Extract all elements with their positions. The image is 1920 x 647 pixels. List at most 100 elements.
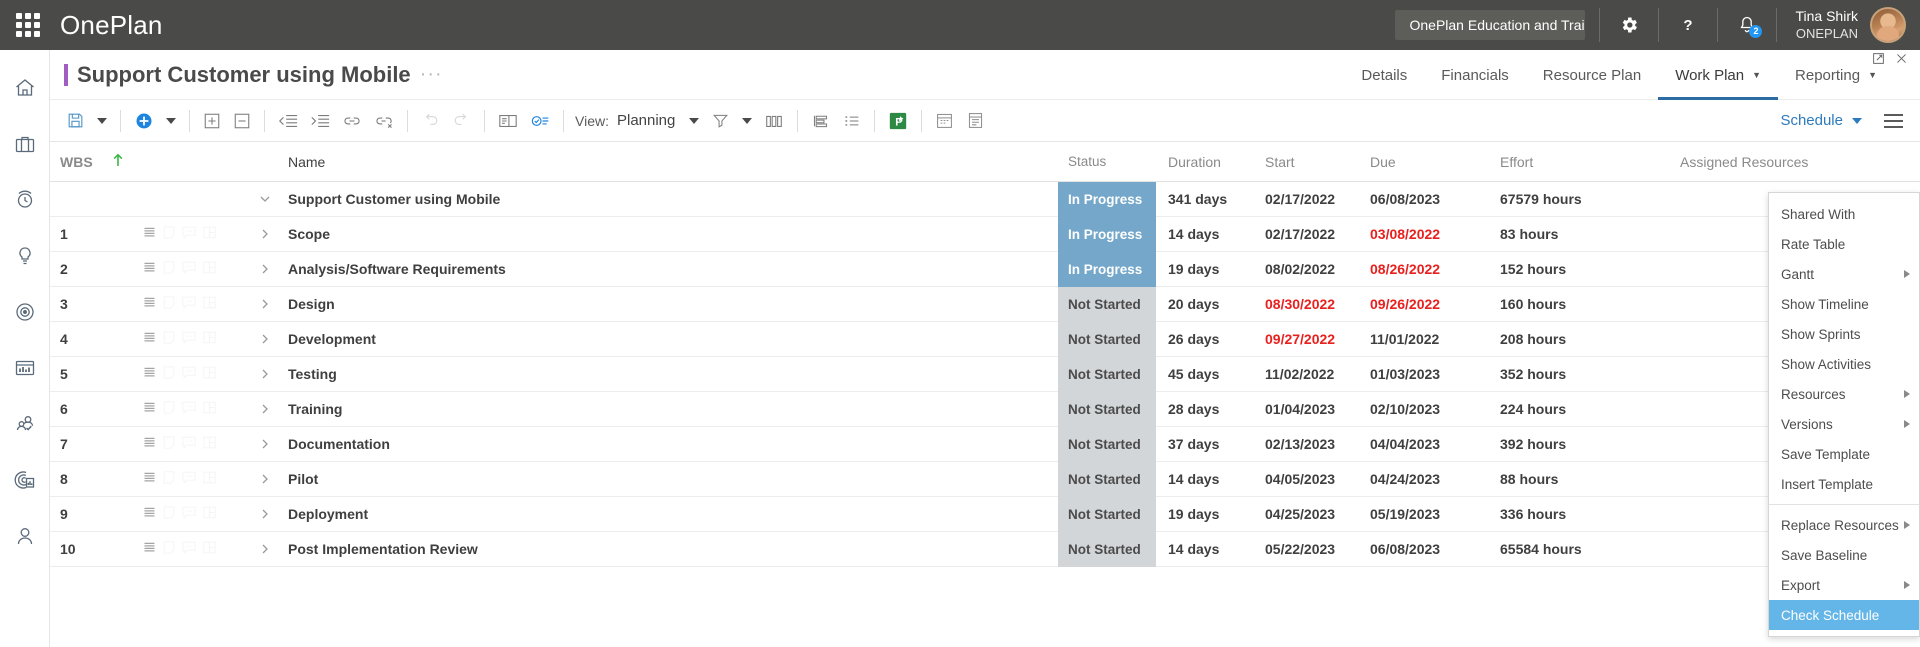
column-header-duration[interactable]: Duration <box>1156 154 1261 170</box>
cell-effort[interactable]: 83 hours <box>1496 226 1676 242</box>
comment-icon[interactable] <box>181 540 197 558</box>
cell-start[interactable]: 08/02/2022 <box>1261 261 1366 277</box>
expand-plus-icon[interactable] <box>197 104 227 138</box>
cell-name[interactable]: Support Customer using Mobile <box>288 191 1058 207</box>
cell-start[interactable]: 02/17/2022 <box>1261 191 1366 207</box>
filter-icon[interactable] <box>705 104 736 138</box>
cell-duration[interactable]: 19 days <box>1156 261 1261 277</box>
comment-icon[interactable] <box>181 505 197 523</box>
notes-icon[interactable] <box>142 225 157 243</box>
gear-icon[interactable] <box>1600 0 1658 50</box>
board-icon[interactable] <box>202 330 217 348</box>
cell-due[interactable]: 09/26/2022 <box>1366 296 1496 312</box>
menu-item-resources[interactable]: Resources <box>1769 379 1919 409</box>
menu-item-gantt[interactable]: Gantt <box>1769 259 1919 289</box>
ms-project-icon[interactable]: P <box>882 104 914 138</box>
menu-item-show-sprints[interactable]: Show Sprints <box>1769 319 1919 349</box>
cell-start[interactable]: 04/05/2023 <box>1261 471 1366 487</box>
cell-effort[interactable]: 352 hours <box>1496 366 1676 382</box>
cell-duration[interactable]: 20 days <box>1156 296 1261 312</box>
table-row[interactable]: 8 Pilot Not Started 14 days 04/05/2023 04/24/… <box>50 461 1920 497</box>
outline-icon[interactable] <box>836 104 867 138</box>
table-row[interactable]: 10 Post Implementation Review Not Started 1… <box>50 531 1920 567</box>
menu-item-shared-with[interactable]: Shared With <box>1769 199 1919 229</box>
cell-due[interactable]: 02/10/2023 <box>1366 401 1496 417</box>
cell-name[interactable]: Post Implementation Review <box>288 541 1058 557</box>
cell-start[interactable]: 04/25/2023 <box>1261 506 1366 522</box>
cell-due[interactable]: 06/08/2023 <box>1366 541 1496 557</box>
cell-duration[interactable]: 14 days <box>1156 226 1261 242</box>
notes-icon[interactable] <box>142 540 157 558</box>
outdent-icon[interactable] <box>272 104 304 138</box>
menu-item-show-activities[interactable]: Show Activities <box>1769 349 1919 379</box>
notes-icon[interactable] <box>142 435 157 453</box>
menu-item-save-baseline[interactable]: Save Baseline <box>1769 540 1919 570</box>
cell-due[interactable]: 04/24/2023 <box>1366 471 1496 487</box>
clock-icon[interactable] <box>0 172 50 228</box>
menu-item-insert-template[interactable]: Insert Template <box>1769 469 1919 499</box>
chart-icon[interactable] <box>0 340 50 396</box>
insights-icon[interactable] <box>0 452 50 508</box>
menu-item-show-timeline[interactable]: Show Timeline <box>1769 289 1919 319</box>
board-icon[interactable] <box>202 295 217 313</box>
cell-due[interactable]: 08/26/2022 <box>1366 261 1496 277</box>
attachment-icon[interactable] <box>162 540 176 558</box>
table-row[interactable]: 6 Training Not Started 28 days 01/04/2023 02/… <box>50 391 1920 427</box>
column-header-name[interactable]: Name <box>288 154 1058 170</box>
cell-effort[interactable]: 67579 hours <box>1496 191 1676 207</box>
tab-details[interactable]: Details <box>1344 54 1424 100</box>
board-icon[interactable] <box>202 225 217 243</box>
cell-name[interactable]: Pilot <box>288 471 1058 487</box>
comment-icon[interactable] <box>181 470 197 488</box>
board-icon[interactable] <box>202 505 217 523</box>
comment-icon[interactable] <box>181 435 197 453</box>
cell-effort[interactable]: 336 hours <box>1496 506 1676 522</box>
chevron-right-icon[interactable] <box>242 507 288 521</box>
cell-effort[interactable]: 88 hours <box>1496 471 1676 487</box>
attachment-icon[interactable] <box>162 260 176 278</box>
add-options-dropdown[interactable] <box>160 117 182 124</box>
attachment-icon[interactable] <box>162 470 176 488</box>
board-icon[interactable] <box>202 365 217 383</box>
user-menu[interactable]: Tina Shirk ONEPLAN <box>1777 0 1920 50</box>
table-row[interactable]: 7 Documentation Not Started 37 days 02/13/20… <box>50 426 1920 462</box>
chevron-right-icon[interactable] <box>242 542 288 556</box>
board-icon[interactable] <box>202 470 217 488</box>
notes-icon[interactable] <box>142 330 157 348</box>
cell-duration[interactable]: 14 days <box>1156 471 1261 487</box>
people-check-icon[interactable] <box>0 396 50 452</box>
view-selector-value[interactable]: Planning <box>617 112 675 129</box>
bell-icon[interactable]: 2 <box>1718 0 1776 50</box>
columns-icon[interactable] <box>758 104 790 138</box>
tab-work-plan[interactable]: Work Plan ▼ <box>1658 54 1779 100</box>
undo-icon[interactable] <box>415 104 446 138</box>
collapse-minus-icon[interactable] <box>227 104 257 138</box>
table-row[interactable]: 5 Testing Not Started 45 days 11/02/2022 01/0… <box>50 356 1920 392</box>
menu-item-export[interactable]: Export <box>1769 570 1919 600</box>
indent-icon[interactable] <box>304 104 336 138</box>
home-icon[interactable] <box>0 60 50 116</box>
target-icon[interactable] <box>0 284 50 340</box>
cell-name[interactable]: Training <box>288 401 1058 417</box>
tab-resource-plan[interactable]: Resource Plan <box>1526 54 1658 100</box>
cell-due[interactable]: 06/08/2023 <box>1366 191 1496 207</box>
status-badge[interactable]: In Progress <box>1058 181 1156 217</box>
cell-duration[interactable]: 341 days <box>1156 191 1261 207</box>
tab-financials[interactable]: Financials <box>1424 54 1526 100</box>
notes-icon[interactable] <box>142 400 157 418</box>
popout-icon[interactable] <box>1872 52 1885 67</box>
person-icon[interactable] <box>0 508 50 564</box>
column-header-due[interactable]: Due <box>1366 154 1496 170</box>
title-more-icon[interactable]: ··· <box>420 63 443 86</box>
menu-item-replace-resources[interactable]: Replace Resources <box>1769 510 1919 540</box>
hamburger-menu-icon[interactable] <box>1876 104 1910 138</box>
comment-icon[interactable] <box>181 260 197 278</box>
calendar-icon[interactable] <box>929 104 960 138</box>
briefcase-icon[interactable] <box>0 116 50 172</box>
link-icon[interactable] <box>336 104 368 138</box>
add-circle-icon[interactable] <box>128 104 160 138</box>
chevron-down-icon[interactable] <box>242 192 288 206</box>
notes-icon[interactable] <box>142 470 157 488</box>
column-header-wbs[interactable]: WBS <box>50 154 112 170</box>
cell-start[interactable]: 11/02/2022 <box>1261 366 1366 382</box>
